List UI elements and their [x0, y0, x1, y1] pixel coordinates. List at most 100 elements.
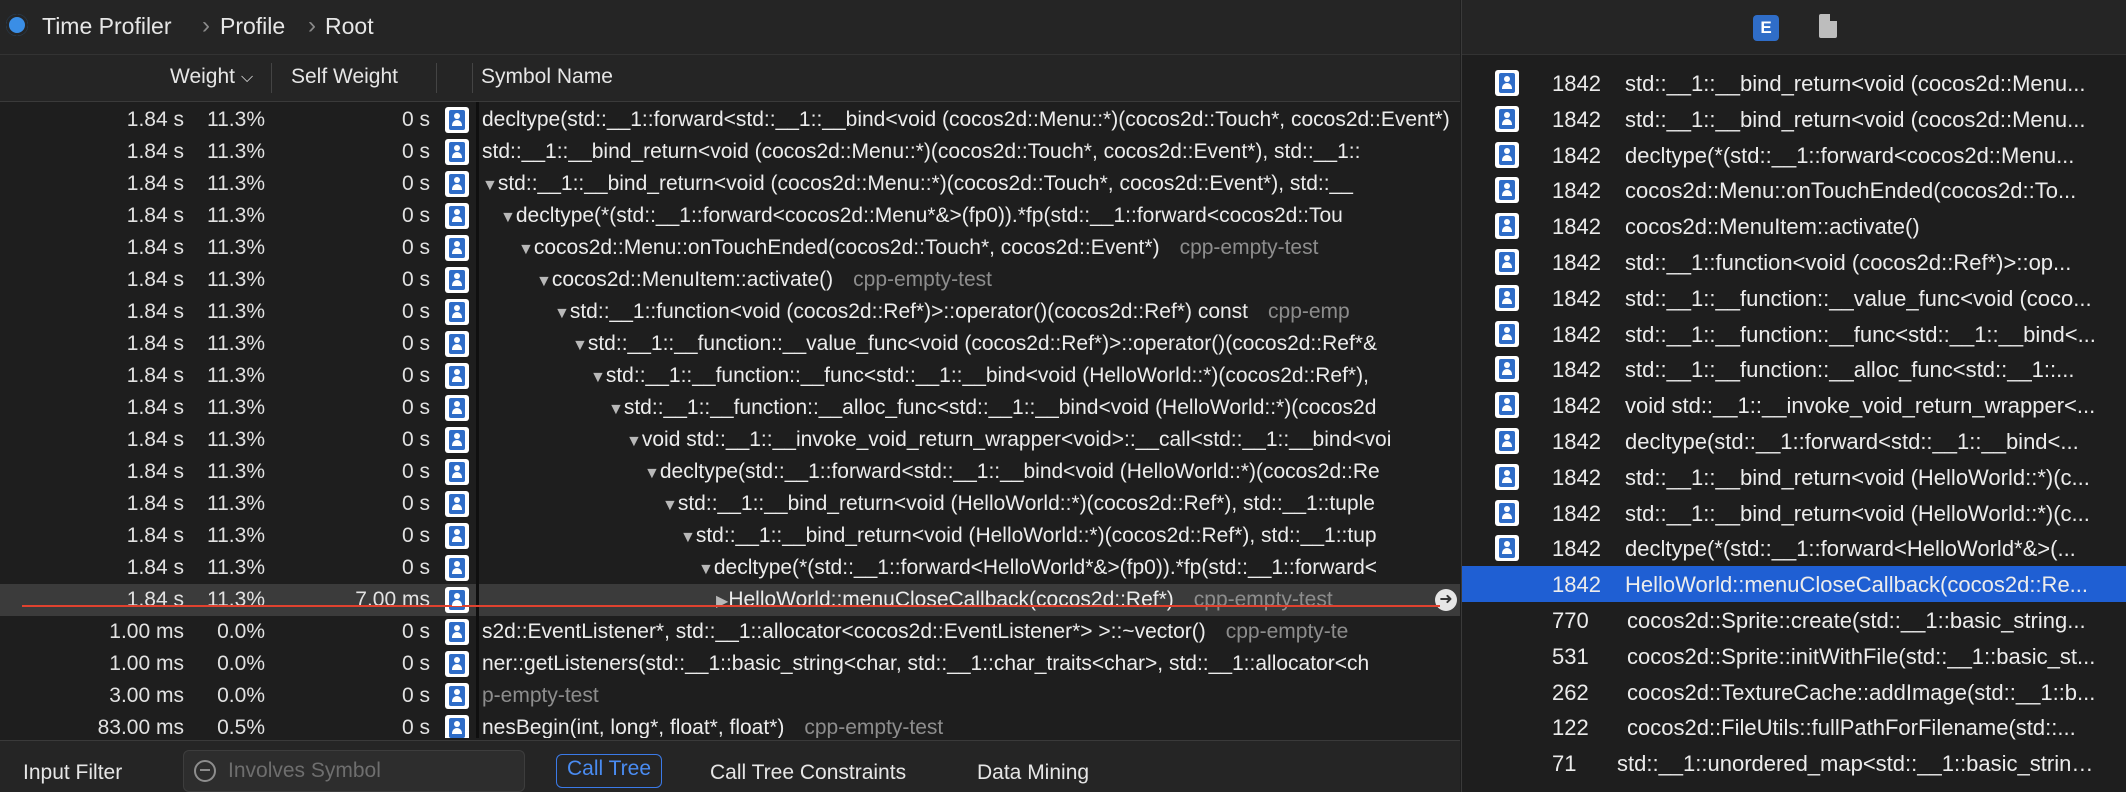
table-row[interactable]: 1.00 ms 0.0% 0 s ner::getListeners(std::__1… [0, 648, 1460, 680]
stack-frame-row[interactable]: 71 std::__1::unordered_map<std::__1::basi… [1462, 745, 2126, 781]
frame-symbol: std::__1::__bind_return<void (HelloWorld… [1625, 464, 2090, 490]
table-row[interactable]: 1.84 s 11.3% 0 s ▼std::__1::__bind_return<v… [0, 488, 1460, 520]
user-code-icon [445, 555, 469, 581]
stack-frame-row[interactable]: 1842 std::__1::__function::__value_func<v… [1462, 280, 2126, 316]
document-icon[interactable] [1819, 14, 1837, 38]
column-header: Weight ⌵ Self Weight Symbol Name [0, 55, 1460, 102]
stack-frame-row[interactable]: 122 cocos2d::FileUtils::fullPathForFilena… [1462, 709, 2126, 745]
disclosure-open-icon[interactable]: ▼ [662, 497, 678, 514]
self-weight: 0 s [401, 108, 430, 131]
go-to-source-icon[interactable]: ➜ [1435, 589, 1457, 611]
stack-frame-row[interactable]: 1842 HelloWorld::menuCloseCallback(cocos2… [1462, 566, 2126, 603]
self-weight-column-header[interactable]: Self Weight [291, 65, 398, 89]
table-row[interactable]: 1.84 s 11.3% 0 s ▼cocos2d::Menu::onTouchEnd… [0, 232, 1460, 264]
table-row[interactable]: 1.84 s 11.3% 0 s ▼decltype(*(std::__1::forw… [0, 552, 1460, 584]
stack-frame-row[interactable]: 1842 cocos2d::Menu::onTouchEnded(cocos2d:… [1462, 172, 2126, 208]
stack-frame-row[interactable]: 1842 std::__1::__bind_return<void (HelloW… [1462, 459, 2126, 495]
weight-time: 1.84 s [126, 300, 184, 323]
table-row[interactable]: 83.00 ms 0.5% 0 s nesBegin(int, long*, floa… [0, 712, 1460, 738]
breadcrumb: Time Profiler › Profile › Root [0, 0, 1460, 55]
symbol-name-column-header[interactable]: Symbol Name [481, 65, 613, 89]
disclosure-open-icon[interactable]: ▼ [536, 273, 552, 290]
breadcrumb-profile[interactable]: Profile [220, 13, 285, 40]
user-code-icon [445, 619, 469, 645]
table-row[interactable]: 1.84 s 11.3% 7.00 ms ▶HelloWorld::menuClose… [0, 584, 1460, 616]
disclosure-open-icon[interactable]: ▼ [680, 529, 696, 546]
stack-frame-row[interactable]: 1842 std::__1::__function::__alloc_func<s… [1462, 351, 2126, 387]
symbol-name: s2d::EventListener*, std::__1::allocator… [482, 620, 1348, 644]
disclosure-open-icon[interactable]: ▼ [644, 465, 660, 482]
weight-time: 1.84 s [126, 108, 184, 131]
sample-count: 122 [1552, 715, 1589, 741]
disclosure-open-icon[interactable]: ▼ [590, 369, 606, 386]
stack-frame-row[interactable]: 1842 void std::__1::__invoke_void_return_… [1462, 387, 2126, 423]
frame-symbol: void std::__1::__invoke_void_return_wrap… [1625, 393, 2096, 419]
symbol-text: decltype(*(std::__1::forward<cocos2d::Me… [515, 204, 1343, 227]
involves-symbol-search[interactable] [183, 750, 525, 792]
weight-column-header[interactable]: Weight [170, 65, 235, 89]
stack-frame-row[interactable]: 531 cocos2d::Sprite::initWithFile(std::__… [1462, 638, 2126, 674]
stack-frame-row[interactable]: 1842 std::__1::__function::__func<std::__… [1462, 316, 2126, 352]
symbol-text: decltype(std::__1::forward<std::__1::__b… [659, 460, 1380, 483]
stack-frame-row[interactable]: 1842 std::__1::__bind_return<void (HelloW… [1462, 495, 2126, 531]
disclosure-open-icon[interactable]: ▼ [698, 561, 714, 578]
disclosure-open-icon[interactable]: ▼ [500, 209, 516, 226]
user-code-icon [445, 651, 469, 677]
instrument-icon [6, 14, 28, 36]
library-name: cpp-empty-te [1225, 620, 1349, 643]
user-code-icon [445, 427, 469, 453]
stack-frame-row[interactable]: 1842 std::__1::__bind_return<void (cocos2… [1462, 65, 2126, 101]
stack-frame-row[interactable]: 1842 std::__1::function<void (cocos2d::Re… [1462, 244, 2126, 280]
stack-frame-row[interactable]: 1842 decltype(*(std::__1::forward<cocos2d… [1462, 137, 2126, 173]
tab-call-tree-constraints[interactable]: Call Tree Constraints [710, 761, 906, 785]
table-row[interactable]: 1.84 s 11.3% 0 s ▼std::__1::__function::__v… [0, 328, 1460, 360]
user-code-icon [1495, 320, 1519, 347]
stack-frame-row[interactable]: 1842 decltype(std::__1::forward<std::__1:… [1462, 423, 2126, 459]
symbol-text: std::__1::__function::__alloc_func<std::… [623, 396, 1377, 419]
tab-call-tree[interactable]: Call Tree [556, 754, 663, 788]
stack-frame-row[interactable]: 770 cocos2d::Sprite::create(std::__1::bas… [1462, 602, 2126, 638]
disclosure-open-icon[interactable]: ▼ [518, 241, 534, 258]
search-input[interactable] [226, 757, 510, 785]
weight-percent: 11.3% [207, 492, 265, 515]
table-row[interactable]: 1.84 s 11.3% 0 s ▼std::__1::__function::__a… [0, 392, 1460, 424]
stack-frame-row[interactable]: 1842 std::__1::__bind_return<void (cocos2… [1462, 101, 2126, 137]
table-row[interactable]: 1.84 s 11.3% 0 s std::__1::__bind_return<vo… [0, 136, 1460, 168]
user-code-icon [445, 715, 469, 738]
table-row[interactable]: 1.84 s 11.3% 0 s decltype(std::__1::forward… [0, 104, 1460, 136]
stack-frame-row[interactable]: 262 cocos2d::TextureCache::addImage(std::… [1462, 674, 2126, 710]
symbol-text: HelloWorld::menuCloseCallback(cocos2d::R… [728, 588, 1174, 611]
table-row[interactable]: 1.84 s 11.3% 0 s ▼decltype(std::__1::forwar… [0, 456, 1460, 488]
extended-detail-tab[interactable]: E [1753, 15, 1779, 41]
frame-symbol: std::__1::__bind_return<void (HelloWorld… [1625, 500, 2090, 526]
symbol-text: cocos2d::Menu::onTouchEnded(cocos2d::Tou… [533, 236, 1160, 259]
disclosure-open-icon[interactable]: ▼ [554, 305, 570, 322]
tab-data-mining[interactable]: Data Mining [977, 761, 1089, 785]
table-row[interactable]: 1.84 s 11.3% 0 s ▼decltype(*(std::__1::forw… [0, 200, 1460, 232]
disclosure-closed-icon[interactable]: ▶ [716, 593, 728, 610]
symbol-text: decltype(*(std::__1::forward<HelloWorld*… [713, 556, 1378, 579]
table-row[interactable]: 1.84 s 11.3% 0 s ▼std::__1::__bind_return<v… [0, 168, 1460, 200]
breadcrumb-time-profiler[interactable]: Time Profiler [42, 13, 172, 40]
input-filter-label[interactable]: Input Filter [23, 761, 122, 785]
symbol-name: decltype(std::__1::forward<std::__1::__b… [482, 108, 1450, 132]
symbol-text: std::__1::__function::__func<std::__1::_… [605, 364, 1369, 387]
disclosure-open-icon[interactable]: ▼ [608, 401, 624, 418]
weight-percent: 11.3% [207, 556, 265, 579]
table-row[interactable]: 1.84 s 11.3% 0 s ▼void std::__1::__invoke_v… [0, 424, 1460, 456]
table-row[interactable]: 3.00 ms 0.0% 0 s p-empty-test [0, 680, 1460, 712]
disclosure-open-icon[interactable]: ▼ [572, 337, 588, 354]
symbol-name: ▼std::__1::__function::__alloc_func<std:… [608, 396, 1376, 420]
weight-time: 1.00 ms [109, 652, 184, 675]
disclosure-open-icon[interactable]: ▼ [626, 433, 642, 450]
weight-percent: 11.3% [207, 236, 265, 259]
stack-frame-row[interactable]: 1842 decltype(*(std::__1::forward<HelloWo… [1462, 530, 2126, 566]
table-row[interactable]: 1.84 s 11.3% 0 s ▼std::__1::__function::__f… [0, 360, 1460, 392]
table-row[interactable]: 1.00 ms 0.0% 0 s s2d::EventListener*, std::… [0, 616, 1460, 648]
disclosure-open-icon[interactable]: ▼ [482, 177, 498, 194]
table-row[interactable]: 1.84 s 11.3% 0 s ▼std::__1::__bind_return<v… [0, 520, 1460, 552]
breadcrumb-root[interactable]: Root [325, 13, 374, 40]
stack-frame-row[interactable]: 1842 cocos2d::MenuItem::activate() [1462, 208, 2126, 244]
table-row[interactable]: 1.84 s 11.3% 0 s ▼cocos2d::MenuItem::activa… [0, 264, 1460, 296]
table-row[interactable]: 1.84 s 11.3% 0 s ▼std::__1::function<void (… [0, 296, 1460, 328]
